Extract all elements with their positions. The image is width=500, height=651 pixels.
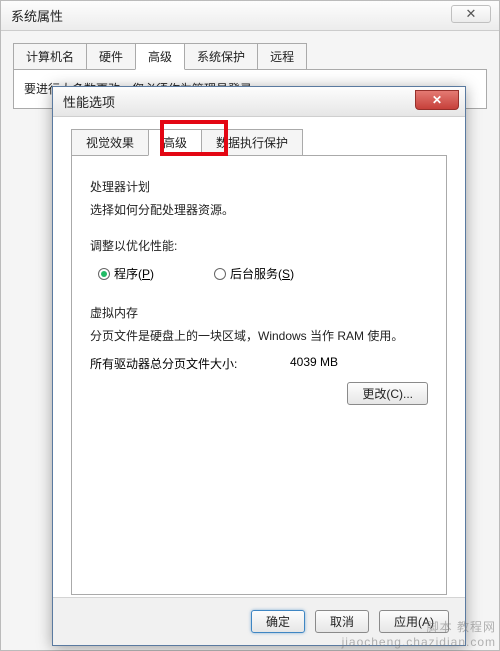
- parent-title: 系统属性: [11, 6, 63, 25]
- tab-hardware[interactable]: 硬件: [86, 43, 136, 70]
- adjust-label: 调整以优化性能:: [90, 237, 428, 255]
- tab-advanced[interactable]: 高级: [148, 129, 202, 156]
- vm-button-row: 更改(C)...: [90, 382, 428, 405]
- radio-programs[interactable]: 程序(P): [98, 265, 154, 282]
- close-icon: ✕: [466, 6, 477, 22]
- apply-button[interactable]: 应用(A): [379, 610, 449, 633]
- radio-background-services[interactable]: 后台服务(S): [214, 265, 294, 282]
- radio-programs-label: 程序(P): [114, 265, 154, 282]
- parent-close-button[interactable]: ✕: [451, 5, 491, 23]
- processor-desc: 选择如何分配处理器资源。: [90, 201, 428, 219]
- tab-remote[interactable]: 远程: [257, 43, 307, 70]
- tab-visual-effects[interactable]: 视觉效果: [71, 129, 149, 156]
- child-tabbar: 视觉效果 高级 数据执行保护: [71, 129, 447, 156]
- close-icon: ✕: [432, 93, 442, 107]
- tab-advanced[interactable]: 高级: [135, 43, 185, 70]
- tab-dep[interactable]: 数据执行保护: [201, 129, 303, 156]
- child-title: 性能选项: [63, 92, 115, 111]
- child-body: 视觉效果 高级 数据执行保护 处理器计划 选择如何分配处理器资源。 调整以优化性…: [53, 117, 465, 597]
- child-footer: 确定 取消 应用(A): [53, 597, 465, 645]
- change-button[interactable]: 更改(C)...: [347, 382, 428, 405]
- child-titlebar: 性能选项 ✕: [53, 87, 465, 117]
- radio-services-label: 后台服务(S): [230, 265, 294, 282]
- parent-titlebar: 系统属性 ✕: [1, 1, 499, 31]
- performance-options-dialog: 性能选项 ✕ 视觉效果 高级 数据执行保护 处理器计划 选择如何分配处理器资源。…: [52, 86, 466, 646]
- child-close-button[interactable]: ✕: [415, 90, 459, 110]
- tab-computer-name[interactable]: 计算机名: [13, 43, 87, 70]
- processor-radio-group: 程序(P) 后台服务(S): [98, 265, 428, 282]
- radio-icon: [98, 268, 110, 280]
- vm-total-row: 所有驱动器总分页文件大小: 4039 MB: [90, 355, 428, 372]
- vm-total-label: 所有驱动器总分页文件大小:: [90, 355, 290, 372]
- tab-system-protection[interactable]: 系统保护: [184, 43, 258, 70]
- processor-heading: 处理器计划: [90, 178, 428, 195]
- vm-desc: 分页文件是硬盘上的一块区域，Windows 当作 RAM 使用。: [90, 327, 428, 345]
- vm-total-value: 4039 MB: [290, 355, 370, 372]
- child-tabpanel: 处理器计划 选择如何分配处理器资源。 调整以优化性能: 程序(P) 后台服务(S…: [71, 155, 447, 595]
- ok-button[interactable]: 确定: [251, 610, 305, 633]
- vm-heading: 虚拟内存: [90, 304, 428, 321]
- radio-icon: [214, 268, 226, 280]
- parent-tabbar: 计算机名 硬件 高级 系统保护 远程: [13, 43, 487, 70]
- cancel-button[interactable]: 取消: [315, 610, 369, 633]
